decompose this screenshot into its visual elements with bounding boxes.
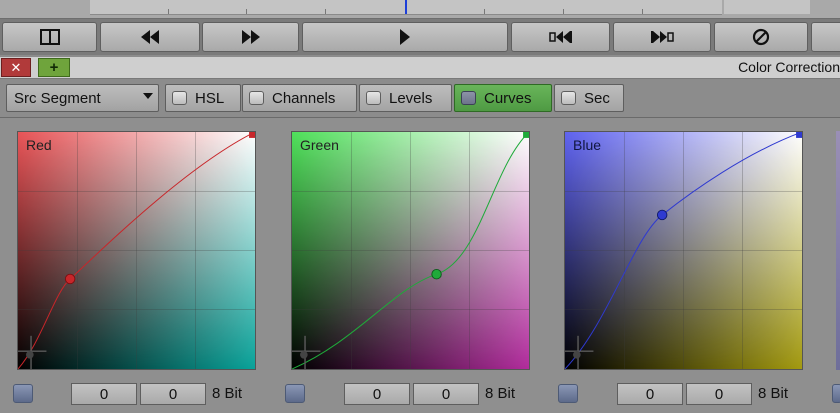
transport-overflow-button[interactable]: [811, 22, 840, 52]
green-curve-graph[interactable]: Green: [291, 131, 530, 370]
source-select-value: Src Segment: [14, 89, 101, 107]
green-bit-depth: 8 Bit: [485, 385, 516, 402]
timeline-tick: [325, 9, 326, 14]
play-button[interactable]: [302, 22, 508, 52]
source-select[interactable]: Src Segment: [6, 84, 159, 112]
green-output-field[interactable]: 0: [413, 383, 479, 405]
mode-label: Channels: [272, 89, 336, 107]
blue-control-point[interactable]: [656, 209, 668, 221]
play-icon: [400, 29, 410, 45]
blue-curve-label: Blue: [573, 137, 602, 153]
rewind-icon: [141, 30, 159, 44]
fast-forward-icon: [241, 30, 260, 44]
blue-input-field[interactable]: 0: [617, 383, 683, 405]
blue-curve-toggle[interactable]: [558, 384, 578, 403]
green-input-field[interactable]: 0: [344, 383, 410, 405]
fast-forward-button[interactable]: [202, 22, 299, 52]
timeline-tick: [642, 9, 643, 14]
blue-curve-graph[interactable]: Blue: [564, 131, 803, 370]
timeline-tick: [168, 9, 169, 14]
green-control-point[interactable]: [431, 268, 442, 280]
blue-output-field[interactable]: 0: [686, 383, 752, 405]
timeline-tick: [563, 9, 564, 14]
mode-tab-sec[interactable]: Sec: [554, 84, 624, 112]
step-back-icon: [548, 31, 572, 43]
step-forward-button[interactable]: [613, 22, 711, 52]
dropdown-arrow-icon: [143, 93, 153, 99]
green-curve-label: Green: [300, 137, 339, 153]
timeline-tick: [484, 9, 485, 14]
red-curve-toggle[interactable]: [13, 384, 33, 403]
disable-button[interactable]: [714, 22, 808, 52]
red-output-field[interactable]: 0: [140, 383, 206, 405]
add-tab-button[interactable]: +: [38, 58, 70, 77]
mode-label: Sec: [584, 89, 610, 107]
rewind-button[interactable]: [100, 22, 200, 52]
mode-label: Levels: [389, 89, 433, 107]
mode-tab-hsl[interactable]: HSL: [165, 84, 241, 112]
red-input-field[interactable]: 0: [71, 383, 137, 405]
close-icon: ✕: [10, 59, 22, 75]
mode-checkbox[interactable]: [366, 91, 381, 105]
step-back-button[interactable]: [511, 22, 610, 52]
mode-label: HSL: [195, 89, 225, 107]
close-tab-button[interactable]: ✕: [1, 58, 31, 77]
split-view-icon: [39, 29, 60, 45]
red-curve-graph[interactable]: Red: [17, 131, 256, 370]
tab-title: Color Correction: [738, 59, 840, 75]
curves-panel: Red Green Blue 0 0 8 Bit 0 0 8 Bit 0 0 8…: [0, 117, 840, 413]
next-curve-toggle[interactable]: [832, 384, 840, 403]
tab-bar: ✕ + Color Correction: [0, 57, 840, 79]
timeline-track-end: [724, 0, 810, 14]
red-curve-label: Red: [26, 137, 52, 153]
blue-curve-canvas[interactable]: [565, 132, 802, 369]
mode-checkbox[interactable]: [249, 91, 264, 105]
mode-tab-levels[interactable]: Levels: [359, 84, 452, 112]
disable-icon: [752, 28, 770, 46]
timeline-playhead[interactable]: [405, 0, 407, 14]
mode-checkbox[interactable]: [461, 91, 476, 105]
red-bit-depth: 8 Bit: [212, 385, 243, 402]
plus-icon: +: [49, 59, 59, 76]
timeline-ruler[interactable]: [0, 0, 840, 19]
split-view-button[interactable]: [2, 22, 97, 52]
mode-controls: Src Segment HSL Channels Levels Curves S…: [0, 79, 840, 117]
next-graph-edge: [836, 131, 840, 370]
mode-tab-channels[interactable]: Channels: [242, 84, 357, 112]
transport-bar: [0, 19, 840, 55]
timeline-tick: [246, 9, 247, 14]
green-curve-canvas[interactable]: [292, 132, 529, 369]
red-control-point[interactable]: [64, 273, 76, 285]
green-curve-toggle[interactable]: [285, 384, 305, 403]
mode-checkbox[interactable]: [561, 91, 576, 105]
blue-bit-depth: 8 Bit: [758, 385, 789, 402]
red-curve-canvas[interactable]: [18, 132, 255, 369]
mode-tab-curves[interactable]: Curves: [454, 84, 552, 112]
step-forward-icon: [651, 31, 674, 43]
mode-label: Curves: [484, 89, 532, 107]
mode-checkbox[interactable]: [172, 91, 187, 105]
